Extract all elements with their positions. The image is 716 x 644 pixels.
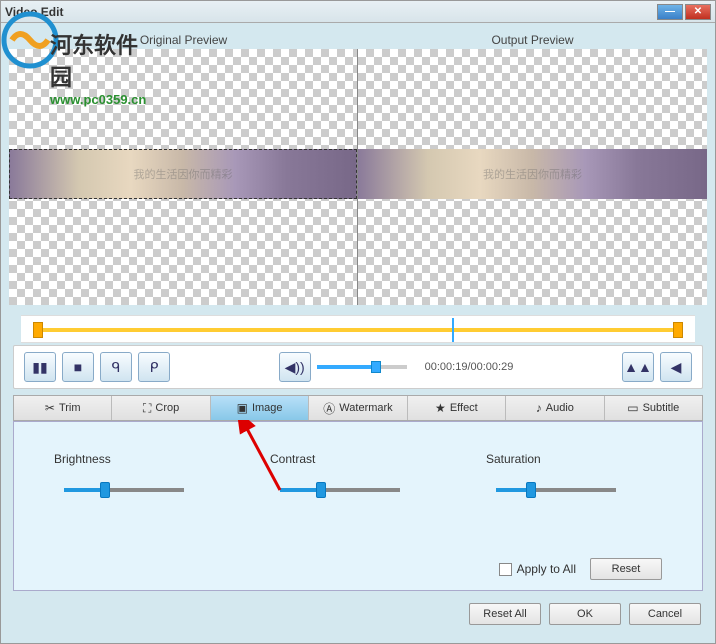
original-video-strip[interactable]: 我的生活因你而精彩	[9, 149, 357, 199]
playback-controls: ▮▮ ■ ᑫ ᑭ ◀)) 00:00:19/00:00:29 ▲▲ ◀	[13, 345, 703, 389]
brightness-slider[interactable]	[64, 488, 184, 492]
time-display: 00:00:19/00:00:29	[425, 361, 514, 373]
saturation-slider[interactable]	[496, 488, 616, 492]
scissors-icon: ✂	[45, 401, 55, 415]
apply-all-checkbox-label[interactable]: Apply to All	[499, 562, 576, 576]
image-settings-panel: Brightness Contrast Saturation	[13, 421, 703, 591]
mark-out-button[interactable]: ᑭ	[138, 352, 170, 382]
volume-slider[interactable]	[317, 365, 407, 369]
volume-thumb[interactable]	[371, 361, 381, 373]
dialog-buttons: Reset All OK Cancel	[1, 597, 715, 631]
timeline[interactable]	[21, 315, 695, 343]
crop-icon: ⛶	[143, 401, 151, 416]
original-preview-label: Original Preview	[9, 31, 358, 49]
volume-icon: ◀))	[285, 359, 305, 376]
saturation-thumb[interactable]	[526, 482, 536, 498]
titlebar: Video Edit — ✕	[1, 1, 715, 23]
brightness-label: Brightness	[54, 452, 230, 466]
brightness-thumb[interactable]	[100, 482, 110, 498]
output-video-strip: 我的生活因你而精彩	[358, 149, 707, 199]
stop-icon: ■	[74, 359, 82, 375]
timeline-end-marker[interactable]	[673, 322, 683, 338]
cancel-button[interactable]: Cancel	[629, 603, 701, 625]
volume-button[interactable]: ◀))	[279, 352, 311, 382]
original-preview-pane[interactable]: 我的生活因你而精彩	[9, 49, 358, 305]
window-title: Video Edit	[5, 5, 63, 19]
star-icon: ★	[435, 401, 446, 415]
edit-tabs: ✂Trim ⛶Crop ▣Image ⒶWatermark ★Effect ♪A…	[13, 395, 703, 421]
tab-watermark[interactable]: ⒶWatermark	[309, 396, 407, 420]
apply-all-checkbox[interactable]	[499, 563, 512, 576]
brightness-group: Brightness	[54, 452, 230, 492]
contrast-group: Contrast	[270, 452, 446, 492]
watermark-icon: Ⓐ	[323, 400, 335, 417]
output-preview-pane: 我的生活因你而精彩	[358, 49, 707, 305]
flip-vertical-button[interactable]: ◀	[660, 352, 692, 382]
flip-horizontal-button[interactable]: ▲▲	[622, 352, 654, 382]
flip-h-icon: ▲▲	[624, 359, 652, 375]
minimize-button[interactable]: —	[657, 4, 683, 20]
contrast-label: Contrast	[270, 452, 446, 466]
pause-button[interactable]: ▮▮	[24, 352, 56, 382]
saturation-label: Saturation	[486, 452, 662, 466]
tab-crop[interactable]: ⛶Crop	[112, 396, 210, 420]
timeline-track	[33, 328, 683, 332]
flip-v-icon: ◀	[671, 359, 682, 376]
stop-button[interactable]: ■	[62, 352, 94, 382]
close-button[interactable]: ✕	[685, 4, 711, 20]
contrast-slider[interactable]	[280, 488, 400, 492]
contrast-thumb[interactable]	[316, 482, 326, 498]
video-edit-window: Video Edit — ✕ 河东软件园 www.pc0359.cn Origi…	[0, 0, 716, 644]
tab-audio[interactable]: ♪Audio	[506, 396, 604, 420]
reset-all-button[interactable]: Reset All	[469, 603, 541, 625]
mark-in-button[interactable]: ᑫ	[100, 352, 132, 382]
preview-area: Original Preview 我的生活因你而精彩 Output Previe…	[1, 23, 715, 313]
tab-trim[interactable]: ✂Trim	[14, 396, 112, 420]
pause-icon: ▮▮	[32, 359, 47, 376]
tab-effect[interactable]: ★Effect	[408, 396, 506, 420]
tab-image[interactable]: ▣Image	[211, 396, 309, 420]
music-icon: ♪	[536, 401, 542, 415]
subtitle-icon: ▭	[627, 401, 638, 415]
output-preview-label: Output Preview	[358, 31, 707, 49]
timeline-playhead[interactable]	[452, 318, 454, 342]
reset-button[interactable]: Reset	[590, 558, 662, 580]
image-icon: ▣	[237, 401, 248, 415]
timeline-start-marker[interactable]	[33, 322, 43, 338]
scissors-left-icon: ᑫ	[112, 359, 121, 376]
saturation-group: Saturation	[486, 452, 662, 492]
tab-subtitle[interactable]: ▭Subtitle	[605, 396, 702, 420]
scissors-right-icon: ᑭ	[150, 359, 159, 376]
ok-button[interactable]: OK	[549, 603, 621, 625]
